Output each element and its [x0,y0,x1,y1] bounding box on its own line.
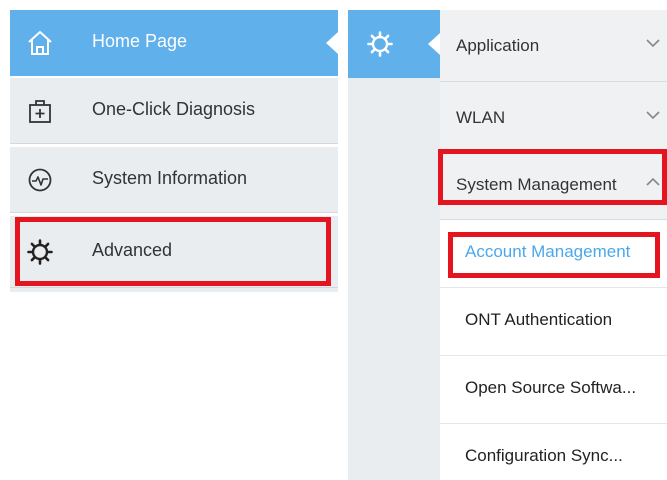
menu-item-label: Advanced [92,240,173,260]
first-aid-kit-icon [29,100,51,123]
submenu-section-system-management[interactable]: System Management [440,148,667,220]
menu-item-label: Home Page [92,31,188,51]
menu-item-home-page[interactable]: Home Page [10,10,338,76]
chevron-up-icon [646,177,660,186]
submenu-section-label: System Management [456,175,617,194]
submenu-item-label: Open Source Softwa... [465,378,637,397]
active-indicator-notch [326,32,338,54]
screenshot-canvas: Home Page One-Click Diagnosis System Inf… [0,0,667,480]
menu-item-label: System Information [92,168,248,188]
submenu-item-open-source-software[interactable]: Open Source Softwa... [440,356,667,424]
gear-icon [367,31,393,57]
submenu-section-application[interactable]: Application [440,10,667,82]
submenu-section-label: Application [456,36,540,55]
advanced-nav-tile[interactable] [348,10,440,78]
submenu-item-label: Configuration Sync... [465,446,623,465]
submenu-section-wlan[interactable]: WLAN [440,82,667,154]
submenu-item-account-management[interactable]: Account Management [440,220,667,288]
chevron-down-icon [646,39,660,48]
active-indicator-notch [428,33,440,55]
menu-item-label: One-Click Diagnosis [92,99,256,119]
advanced-submenu: Application WLAN System Management Accou… [440,10,667,480]
submenu-section-label: WLAN [456,108,506,127]
menu-item-one-click-diagnosis[interactable]: One-Click Diagnosis [10,78,338,144]
menu-item-advanced[interactable]: Advanced [10,216,338,288]
menu-item-system-information[interactable]: System Information [10,147,338,213]
submenu-item-label: Account Management [465,242,631,261]
left-navigation-menu: Home Page One-Click Diagnosis System Inf… [10,10,338,292]
home-icon [28,31,52,55]
gear-icon [27,239,53,265]
submenu-item-configuration-sync[interactable]: Configuration Sync... [440,424,667,480]
submenu-item-ont-authentication[interactable]: ONT Authentication [440,288,667,356]
submenu-item-label: ONT Authentication [465,310,613,329]
pulse-icon [28,168,52,192]
left-menu-footer [10,288,338,292]
chevron-down-icon [646,111,660,120]
collapsed-nav-strip [348,10,440,480]
